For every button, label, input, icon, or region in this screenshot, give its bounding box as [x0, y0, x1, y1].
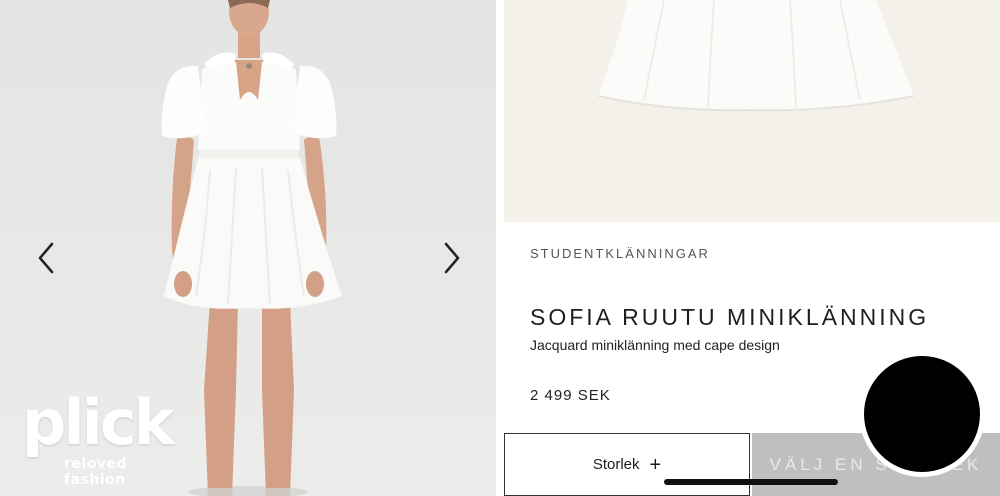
chevron-left-icon [38, 242, 54, 274]
dress-skirt-closeup [597, 0, 915, 112]
plick-logo: plick [22, 386, 175, 459]
product-title: SOFIA RUUTU MINIKLÄNNING [530, 304, 930, 330]
panel-divider [496, 0, 504, 496]
previous-image-button[interactable] [32, 240, 62, 276]
chevron-right-icon [444, 242, 460, 274]
redaction-overlay [864, 356, 980, 472]
home-indicator[interactable] [664, 479, 838, 485]
product-category[interactable]: STUDENTKLÄNNINGAR [530, 246, 710, 261]
dress-detail-photo [504, 0, 1000, 222]
size-label: Storlek [592, 456, 640, 473]
product-image-gallery[interactable]: plick reloved fashion [0, 0, 496, 496]
product-price: 2 499 SEK [530, 387, 611, 404]
next-image-button[interactable] [436, 240, 466, 276]
plus-icon: + [649, 453, 662, 476]
plick-tagline: reloved fashion [64, 456, 127, 488]
product-description: Jacquard miniklänning med cape design [530, 337, 780, 353]
plick-watermark: plick reloved fashion [22, 386, 192, 489]
size-selector-button[interactable]: Storlek + [504, 433, 750, 496]
